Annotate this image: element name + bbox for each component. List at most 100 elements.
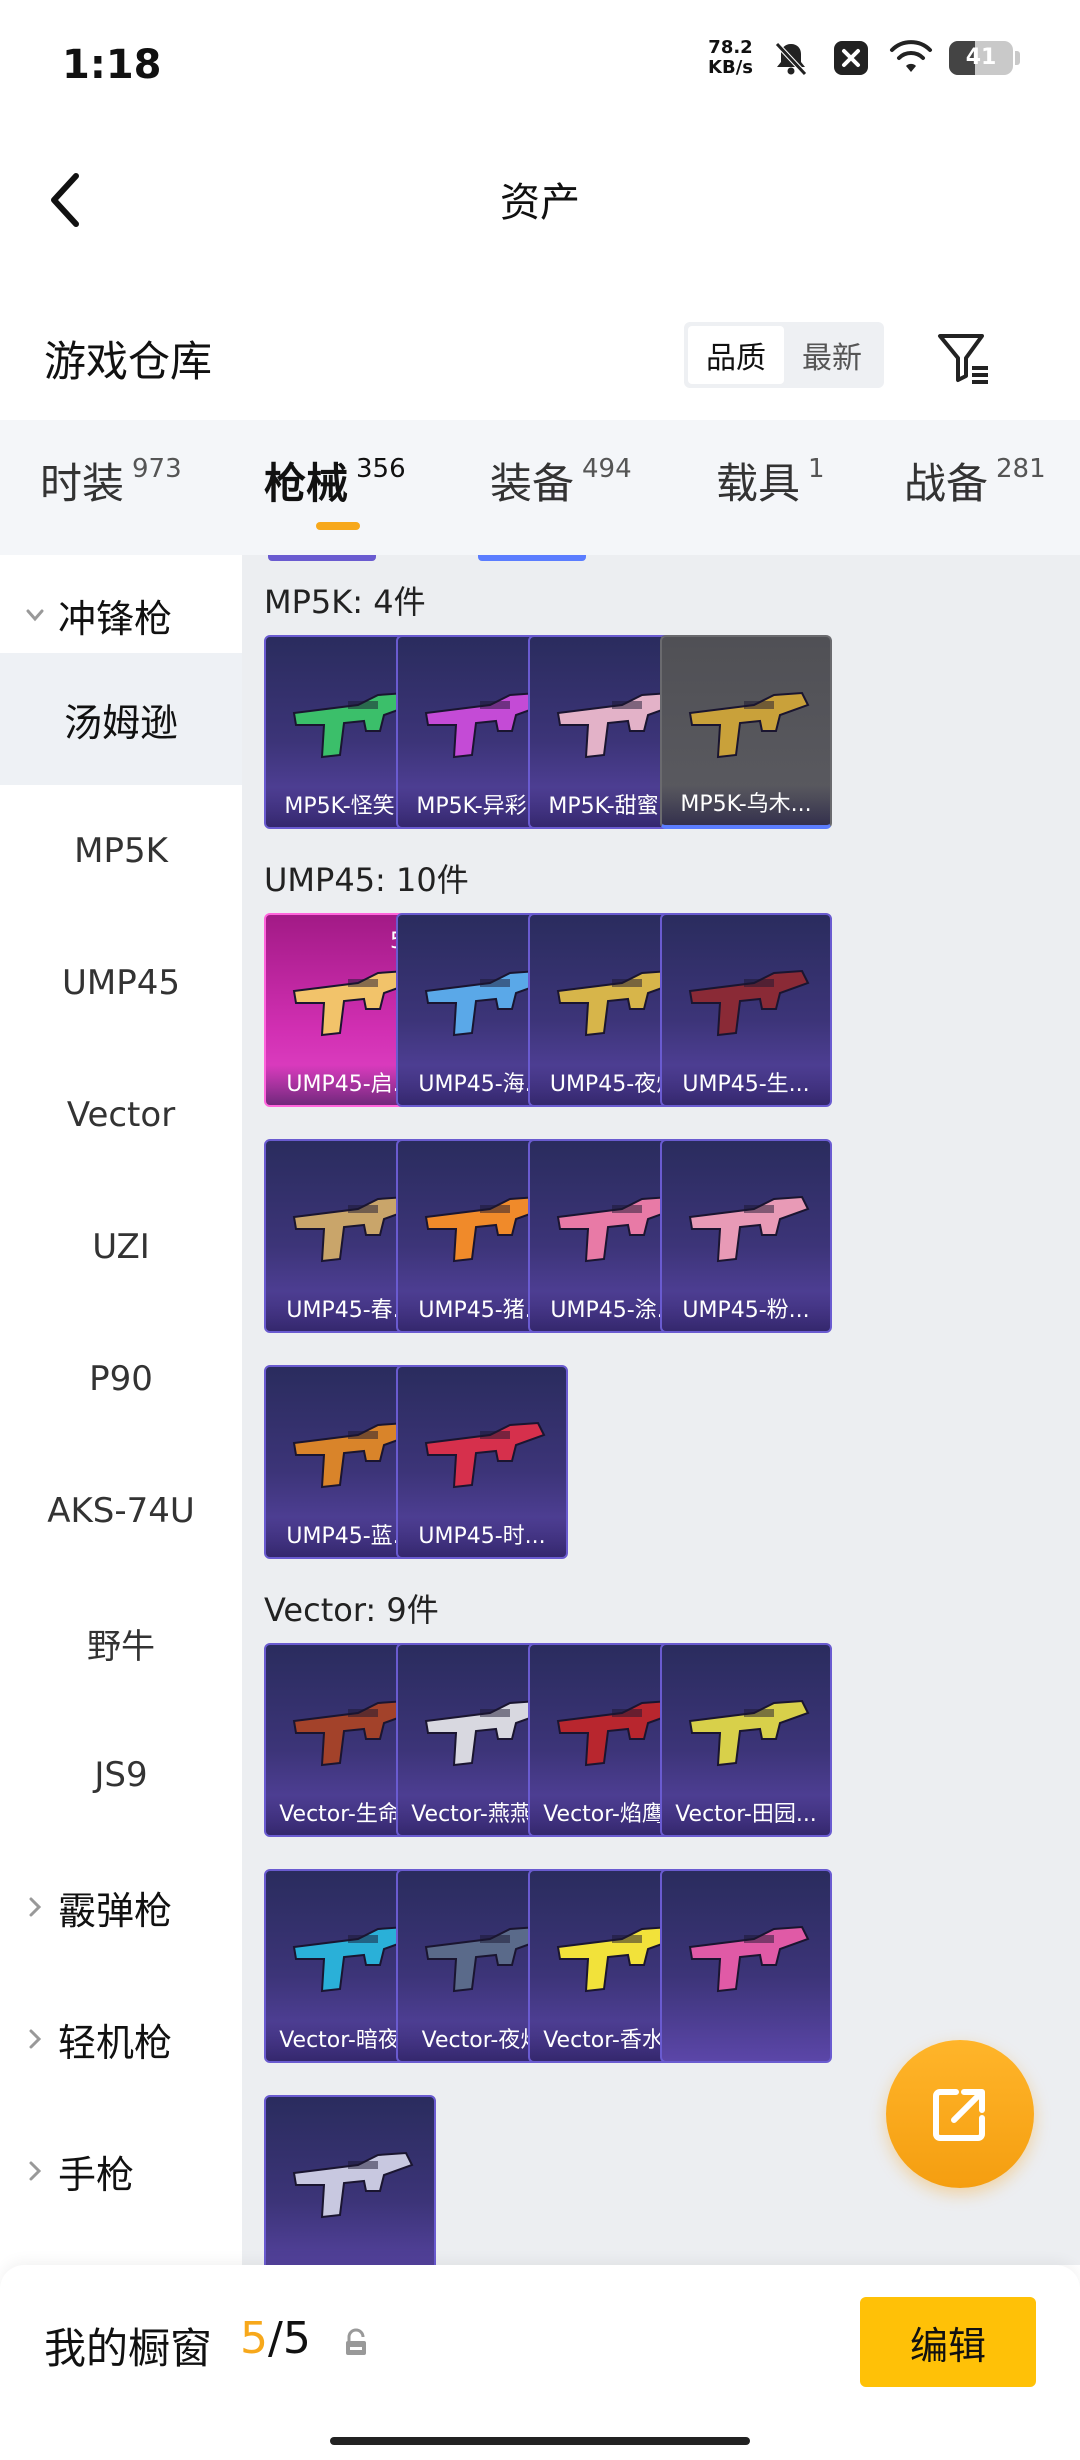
sidebar-item-label: AKS-74U — [47, 1491, 195, 1531]
weapon-skin-card[interactable]: MP5K-乌木... — [660, 635, 832, 829]
gun-skin-image — [292, 2151, 414, 2219]
section-header: 游戏仓库 品质 最新 — [0, 300, 1080, 410]
status-icons: 78.2 KB/s 41 — [708, 38, 1020, 78]
scrolled-card-edges — [242, 555, 1080, 563]
gun-skin-image — [688, 969, 810, 1037]
network-speed: 78.2 KB/s — [708, 38, 753, 78]
group-header: UMP45: 10件 — [264, 861, 469, 899]
sidebar-item-label: UZI — [92, 1227, 150, 1267]
category-tabs: 时装 973 枪械 356 装备 494 载具 1 战备 281 — [0, 420, 1080, 555]
tab-label: 枪械 — [264, 459, 349, 508]
showcase-total: /5 — [268, 2313, 311, 2364]
group-header: MP5K: 4件 — [264, 583, 426, 621]
active-tab-indicator — [316, 522, 360, 530]
sort-latest-button[interactable]: 最新 — [784, 326, 880, 384]
sidebar-item[interactable]: JS9 — [0, 1709, 242, 1841]
sort-toggle: 品质 最新 — [684, 322, 884, 388]
mute-bell-icon — [769, 38, 813, 78]
sidebar-item-label: UMP45 — [62, 963, 180, 1003]
gun-skin-image — [424, 1421, 546, 1489]
weapon-skin-card[interactable] — [264, 2095, 436, 2265]
weapon-skin-card[interactable]: UMP45-粉... — [660, 1139, 832, 1333]
tab-vehicles[interactable]: 载具 1 — [716, 450, 825, 511]
battery-icon: 41 — [949, 41, 1013, 75]
title-bar: 资产 — [0, 140, 1080, 260]
gun-skin-image — [688, 1925, 810, 1993]
sidebar-item[interactable]: 野牛 — [0, 1577, 242, 1709]
showcase-bar: 我的橱窗 5/5 编辑 — [0, 2265, 1080, 2460]
tab-count: 973 — [132, 454, 182, 484]
home-indicator[interactable] — [330, 2437, 750, 2445]
battery-level: 41 — [965, 45, 997, 70]
sidebar-item-label: JS9 — [94, 1755, 148, 1795]
weapon-skin-name: UMP45-粉... — [662, 1291, 830, 1331]
sidebar-item-label: 霰弹枪 — [58, 1888, 173, 1933]
sidebar-item-label: 冲锋枪 — [58, 596, 173, 641]
gun-skin-image — [688, 1195, 810, 1263]
showcase-label: 我的橱窗 — [44, 2324, 213, 2373]
group-header: Vector: 9件 — [264, 1591, 439, 1629]
tab-equipment[interactable]: 装备 494 — [490, 450, 632, 511]
sidebar-item-label: Vector — [66, 1095, 176, 1135]
sidebar-item[interactable]: P90 — [0, 1313, 242, 1445]
chevron-right-icon — [18, 1890, 52, 1924]
sidebar-item[interactable]: UMP45 — [0, 917, 242, 1049]
card-edge — [268, 555, 376, 561]
weapon-skin-card[interactable] — [660, 1869, 832, 2063]
share-button[interactable] — [886, 2040, 1034, 2188]
lock-icon — [346, 2328, 366, 2355]
chevron-right-icon — [18, 2022, 52, 2056]
weapon-grid: MP5K: 4件 MP5K-怪笑... MP5K-异彩... MP5K-甜蜜... MP… — [242, 555, 1080, 2265]
weapon-skin-card[interactable]: UMP45-生... — [660, 913, 832, 1107]
weapon-skin-name: Vector-田园... — [662, 1795, 830, 1835]
chevron-down-icon — [18, 598, 52, 632]
showcase-current: 5 — [240, 2313, 268, 2364]
close-box-icon — [829, 38, 873, 78]
share-out-icon — [933, 2089, 985, 2141]
sidebar-category[interactable]: 霰弹枪 — [0, 1841, 242, 1973]
sidebar-item[interactable]: 汤姆逊 — [0, 653, 242, 785]
page-title: 资产 — [500, 180, 580, 226]
weapon-skin-name: UMP45-生... — [662, 1065, 830, 1105]
sidebar-item[interactable]: UZI — [0, 1181, 242, 1313]
weapon-skin-name: MP5K-乌木... — [662, 785, 830, 825]
tab-count: 356 — [356, 454, 406, 484]
sidebar-item-label: 野牛 — [87, 1626, 155, 1667]
sidebar-item[interactable]: AKS-74U — [0, 1445, 242, 1577]
sidebar-item-label: 轻机枪 — [58, 2020, 173, 2065]
sidebar-item[interactable]: MP5K — [0, 785, 242, 917]
network-speed-unit: KB/s — [708, 57, 753, 78]
sidebar-item[interactable]: Vector — [0, 1049, 242, 1181]
sidebar-category[interactable]: 手枪 — [0, 2105, 242, 2237]
sort-quality-button[interactable]: 品质 — [688, 326, 784, 384]
filter-icon — [938, 334, 988, 384]
weapon-skin-card[interactable]: UMP45-时... — [396, 1365, 568, 1559]
filter-button[interactable] — [932, 326, 996, 390]
network-speed-value: 78.2 — [708, 37, 753, 58]
sidebar-item-label: 汤姆逊 — [63, 700, 178, 745]
tab-firearms[interactable]: 枪械 356 — [264, 450, 406, 511]
wifi-icon — [889, 38, 933, 78]
sidebar-item-label: MP5K — [74, 831, 168, 871]
tab-label: 装备 — [490, 459, 575, 508]
weapon-sidebar: 冲锋枪汤姆逊 MP5K UMP45 Vector UZI P90 AKS-74U 野牛 JS9 霰… — [0, 555, 242, 2265]
sidebar-category[interactable]: 轻机枪 — [0, 1973, 242, 2105]
weapon-skin-name: UMP45-时... — [398, 1517, 566, 1557]
tab-count: 1 — [808, 454, 825, 484]
weapon-skin-card[interactable]: Vector-田园... — [660, 1643, 832, 1837]
gun-skin-image — [688, 691, 810, 759]
tab-fashion[interactable]: 时装 973 — [40, 450, 182, 511]
sidebar-item-label: P90 — [89, 1359, 153, 1399]
tab-supplies[interactable]: 战备 281 — [904, 450, 1046, 511]
status-bar: 1:18 78.2 KB/s 41 — [0, 0, 1080, 130]
tab-label: 载具 — [716, 459, 801, 508]
section-title: 游戏仓库 — [44, 337, 213, 386]
status-time: 1:18 — [62, 42, 162, 88]
chevron-right-icon — [18, 2154, 52, 2188]
tab-label: 战备 — [904, 459, 989, 508]
tab-label: 时装 — [40, 459, 125, 508]
edit-button[interactable]: 编辑 — [860, 2297, 1036, 2387]
showcase-count: 5/5 — [240, 2313, 311, 2364]
sidebar-item-label: 手枪 — [58, 2152, 135, 2197]
tab-count: 281 — [996, 454, 1046, 484]
